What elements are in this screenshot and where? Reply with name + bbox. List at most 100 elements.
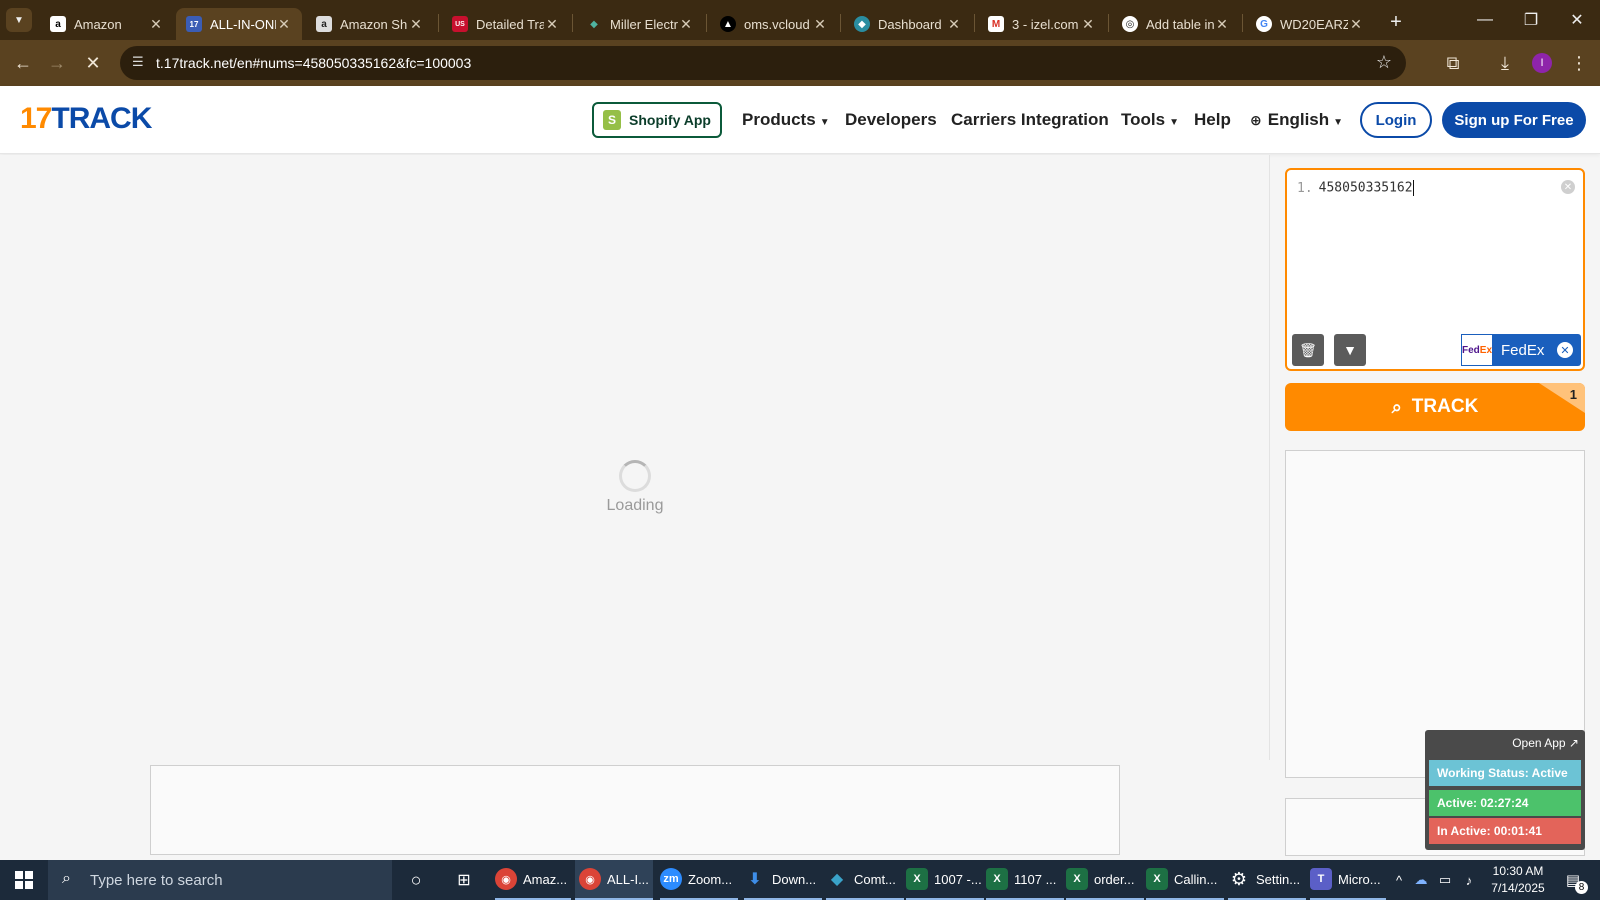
status-widget: Open App ↗ Working Status: Active Active… <box>1425 730 1585 850</box>
taskbar-app[interactable]: X Callin... <box>1146 860 1224 900</box>
tab-search-button[interactable]: ▼ <box>6 8 32 32</box>
browser-tab[interactable]: a Amazon ✕ <box>40 8 174 40</box>
app-label: Zoom... <box>688 871 733 887</box>
browser-tab-strip: ▼ a Amazon ✕ 17 ALL-IN-ONE ✕ a Amazon Sh… <box>0 0 1600 40</box>
download-icon: ⤓ <box>1501 52 1509 73</box>
taskbar-app[interactable]: X 1107 ... <box>986 860 1064 900</box>
line-index: 1. <box>1297 180 1313 196</box>
track-button[interactable]: ⌕ TRACK 1 <box>1285 383 1585 431</box>
taskbar-search[interactable]: ⌕ Type here to search <box>48 860 392 900</box>
network-tray-icon[interactable]: ▭ <box>1436 860 1454 900</box>
delete-button[interactable]: 🗑 <box>1292 334 1324 366</box>
download-icon: ⬇ <box>748 871 762 888</box>
app-label: 1107 ... <box>1014 871 1057 887</box>
nav-tools[interactable]: Tools ▼ <box>1121 110 1179 130</box>
language-selector[interactable]: ⊕ English ▼ <box>1250 110 1343 130</box>
nav-help[interactable]: Help <box>1194 110 1231 130</box>
browser-menu-button[interactable]: ⋮ <box>1564 48 1594 78</box>
browser-tab[interactable]: US Detailed Tra ✕ <box>442 8 570 40</box>
clear-input-icon[interactable]: ✕ <box>1561 180 1575 194</box>
taskbar-app[interactable]: ⬇ Down... <box>744 860 822 900</box>
close-icon[interactable]: ✕ <box>148 16 164 33</box>
close-icon[interactable]: ✕ <box>946 16 962 33</box>
tray-overflow-button[interactable]: ^ <box>1392 860 1406 900</box>
tab-favicon-icon: ◆ <box>590 18 598 30</box>
browser-tab[interactable]: a Amazon Shi ✕ <box>306 8 434 40</box>
close-icon[interactable]: ✕ <box>544 16 560 33</box>
taskbar-app[interactable]: X 1007 -... <box>906 860 984 900</box>
nav-products[interactable]: Products ▼ <box>742 110 830 130</box>
close-icon[interactable]: ✕ <box>812 16 828 33</box>
taskbar-app[interactable]: ◉ Amaz... <box>495 860 571 900</box>
site-logo[interactable]: 17TRACK <box>20 102 152 136</box>
browser-tab[interactable]: ◆ Miller Electr ✕ <box>576 8 704 40</box>
tab-separator <box>840 14 841 32</box>
taskbar-app[interactable]: ◆ Comt... <box>826 860 904 900</box>
forward-button[interactable]: → <box>42 48 72 78</box>
browser-tab[interactable]: ◎ Add table in ✕ <box>1112 8 1240 40</box>
close-icon[interactable]: ✕ <box>1080 16 1096 33</box>
close-icon[interactable]: ✕ <box>408 16 424 33</box>
open-app-link[interactable]: Open App ↗ <box>1512 736 1579 750</box>
downloads-button[interactable]: ⤓ <box>1490 48 1520 78</box>
chrome-icon: ◉ <box>495 868 517 890</box>
start-button[interactable] <box>0 860 48 900</box>
cloud-icon: ☁ <box>1414 872 1428 887</box>
carrier-name: FedEx <box>1501 341 1545 359</box>
gmail-icon: M <box>988 16 1004 32</box>
globe-icon: ⊕ <box>1250 112 1262 128</box>
close-window-button[interactable]: ✕ <box>1554 0 1600 40</box>
notification-center-button[interactable]: ▤ 8 <box>1558 860 1588 900</box>
zoom-icon: zm <box>660 868 682 890</box>
browser-tab[interactable]: ▲ oms.vcloud ✕ <box>710 8 838 40</box>
carrier-chip[interactable]: Fed Ex FedEx ✕ <box>1461 334 1581 366</box>
remove-carrier-icon[interactable]: ✕ <box>1557 342 1573 358</box>
nav-carriers-integration[interactable]: Carriers Integration <box>951 110 1109 130</box>
extensions-button[interactable]: ⧉ <box>1438 48 1468 78</box>
taskbar-app-active[interactable]: ◉ ALL-I... <box>575 860 653 900</box>
caret-down-icon: ▼ <box>1333 117 1344 128</box>
stop-loading-button[interactable]: ✕ <box>78 48 108 78</box>
tab-favicon-icon: a <box>50 16 66 32</box>
browser-tab[interactable]: M 3 - izel.com ✕ <box>978 8 1106 40</box>
text-cursor <box>1412 180 1414 196</box>
taskbar-app[interactable]: zm Zoom... <box>660 860 738 900</box>
filter-button[interactable]: ▼ <box>1334 334 1366 366</box>
taskbar-app[interactable]: ⚙ Settin... <box>1228 860 1306 900</box>
tab-label: Miller Electr <box>610 16 678 32</box>
restore-button[interactable]: ❐ <box>1508 0 1554 40</box>
task-view-button[interactable]: ⊞ <box>452 860 476 900</box>
back-button[interactable]: ← <box>8 48 38 78</box>
tracking-number-input[interactable]: 1. 458050335162 ✕ 🗑 ▼ Fed Ex FedEx ✕ <box>1285 168 1585 371</box>
close-icon[interactable]: ✕ <box>1348 16 1364 33</box>
shopify-app-button[interactable]: S Shopify App <box>592 102 722 138</box>
login-button[interactable]: Login <box>1360 102 1432 138</box>
taskbar-app[interactable]: T Micro... <box>1310 860 1386 900</box>
cortana-button[interactable]: ○ <box>404 860 428 900</box>
address-bar[interactable]: ☰ t.17track.net/en#nums=458050335162&fc=… <box>120 46 1406 80</box>
volume-tray-icon[interactable]: ♪ <box>1460 860 1478 900</box>
browser-tab[interactable]: G WD20EARZ ✕ <box>1246 8 1374 40</box>
comtool-icon: ◆ <box>830 871 844 888</box>
close-icon[interactable]: ✕ <box>678 16 694 33</box>
browser-tab-active[interactable]: 17 ALL-IN-ONE ✕ <box>176 8 302 40</box>
browser-tab[interactable]: ◆ Dashboard ✕ <box>844 8 972 40</box>
onedrive-tray-icon[interactable]: ☁ <box>1412 860 1430 900</box>
profile-avatar[interactable]: I <box>1527 48 1557 78</box>
signup-button[interactable]: Sign up For Free <box>1442 102 1586 138</box>
minimize-button[interactable]: — <box>1462 0 1508 40</box>
taskbar-clock[interactable]: 10:30 AM 7/14/2025 <box>1483 863 1553 897</box>
taskbar-app[interactable]: Xorder... <box>1066 860 1144 900</box>
close-icon[interactable]: ✕ <box>1214 16 1230 33</box>
new-tab-button[interactable]: + <box>1382 8 1410 36</box>
speaker-icon: ♪ <box>1465 872 1473 888</box>
site-info-icon[interactable]: ☰ <box>132 54 144 70</box>
star-icon[interactable]: ☆ <box>1376 52 1392 73</box>
filter-icon: ▼ <box>1343 342 1357 358</box>
signup-label: Sign up For Free <box>1454 111 1574 129</box>
close-icon[interactable]: ✕ <box>276 16 292 33</box>
search-placeholder: Type here to search <box>90 871 223 889</box>
nav-developers[interactable]: Developers <box>845 110 937 130</box>
chrome-icon: ◉ <box>579 868 601 890</box>
logo-number: 17 <box>20 102 52 135</box>
